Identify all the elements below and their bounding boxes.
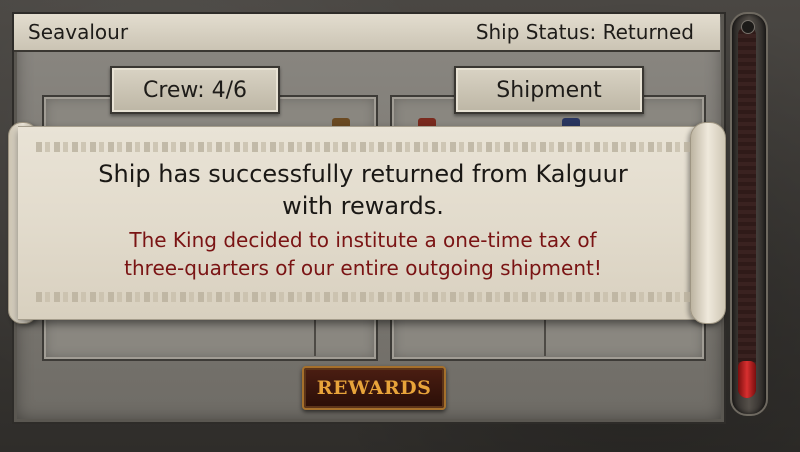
crew-tab[interactable]: Crew: 4/6 [110,66,280,114]
tax-message-line2: three-quarters of our entire outgoing sh… [124,256,602,280]
rewards-button[interactable]: REWARDS [302,366,446,410]
shipment-tab[interactable]: Shipment [454,66,644,114]
meter-fill [738,361,756,398]
scroll-curl-right [690,122,726,324]
return-message-line1: Ship has successfully returned from Kalg… [98,160,628,188]
tax-message-line1: The King decided to institute a one-time… [129,228,597,252]
meter-cap-icon [741,20,755,34]
return-message-line2: with rewards. [282,192,444,220]
ship-name: Seavalour [28,20,129,44]
scroll-ornament-bottom [36,292,690,302]
scroll-ornament-top [36,142,690,152]
ship-status: Ship Status: Returned [475,20,694,44]
tax-message: The King decided to institute a one-time… [36,226,690,282]
meter-track [738,26,756,398]
notification-scroll [18,126,720,320]
return-message: Ship has successfully returned from Kalg… [36,158,690,222]
